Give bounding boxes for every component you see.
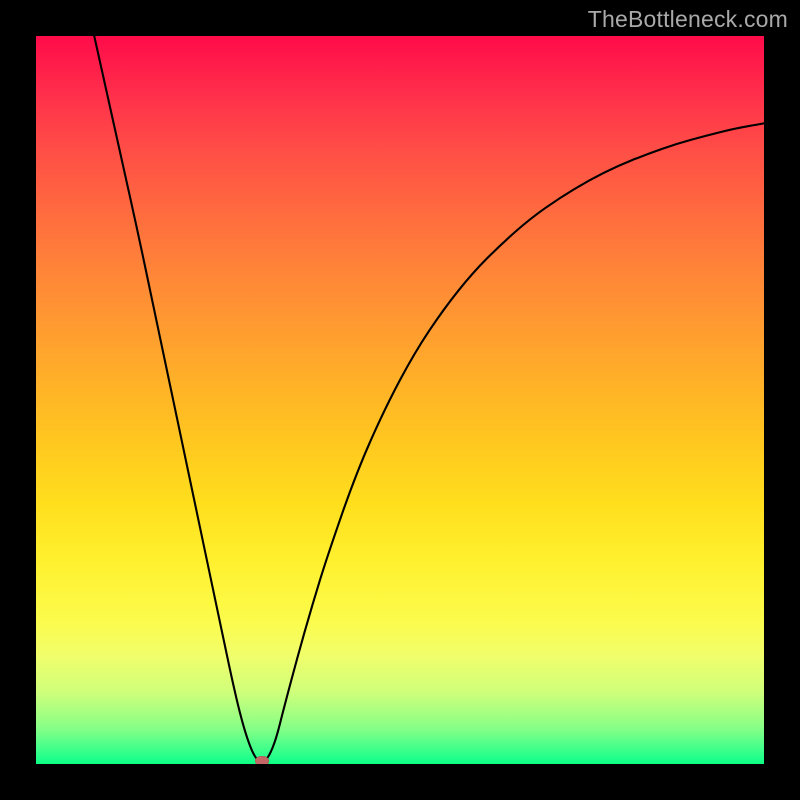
plot-area (36, 36, 764, 764)
watermark-text: TheBottleneck.com (588, 6, 788, 33)
curve-layer (36, 36, 764, 764)
chart-frame: TheBottleneck.com (0, 0, 800, 800)
bottleneck-curve (94, 36, 764, 762)
minimum-marker (255, 756, 269, 764)
